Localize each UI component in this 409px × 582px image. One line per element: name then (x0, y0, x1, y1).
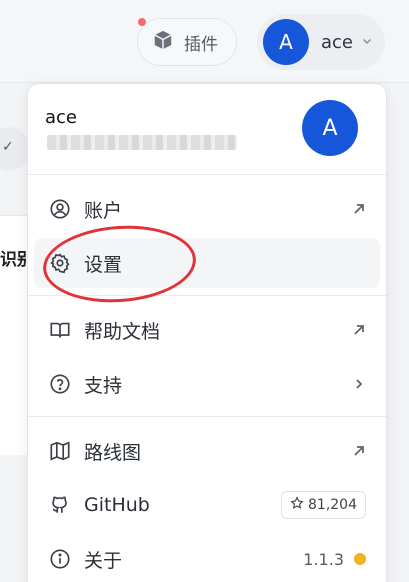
divider (28, 416, 386, 417)
divider (28, 174, 386, 175)
menu-item-github[interactable]: GitHub 81,204 (34, 480, 380, 530)
menu-user-name: ace (45, 107, 78, 128)
menu-item-docs[interactable]: 帮助文档 (34, 305, 380, 355)
github-stars-container: 81,204 (281, 480, 366, 530)
menu-item-label: 关于 (84, 549, 123, 572)
update-indicator-dot (354, 553, 366, 565)
chevron-right-icon (352, 359, 366, 409)
menu-item-account[interactable]: 账户 (34, 184, 380, 234)
menu-item-label: 帮助文档 (84, 320, 161, 343)
menu-item-label: 路线图 (84, 441, 142, 464)
menu-item-roadmap[interactable]: 路线图 (34, 426, 380, 476)
user-dropdown-menu: ace A 账户 设置 帮助文档 支持 路线图 GitHub 81,204 关于… (27, 83, 387, 582)
chevron-down-icon (361, 35, 373, 50)
menu-item-label: GitHub (84, 494, 150, 516)
blurred-email (47, 135, 237, 150)
user-name: ace (321, 31, 354, 53)
star-icon (290, 496, 304, 514)
book-icon (49, 319, 71, 341)
menu-item-label: 支持 (84, 374, 123, 397)
menu-item-about[interactable]: 关于 1.1.3 (34, 534, 380, 582)
external-link-icon (352, 184, 366, 234)
background-check-pill: ✓ (0, 127, 28, 171)
menu-header: ace A (28, 84, 386, 174)
question-circle-icon (49, 373, 71, 395)
map-icon (49, 440, 71, 462)
user-menu-button[interactable]: A ace (257, 14, 385, 70)
menu-avatar: A (302, 100, 358, 156)
top-bar: 插件 A ace (0, 0, 409, 83)
plugins-label: 插件 (184, 34, 218, 55)
external-link-icon (352, 426, 366, 476)
notification-dot (136, 16, 148, 28)
github-stars-badge[interactable]: 81,204 (281, 491, 366, 519)
cube-icon (152, 29, 174, 55)
info-icon (49, 548, 71, 570)
github-stars-count: 81,204 (308, 497, 357, 513)
avatar: A (263, 19, 309, 65)
github-icon (49, 494, 71, 516)
version-text: 1.1.3 (303, 549, 344, 569)
version-container: 1.1.3 (303, 534, 366, 582)
menu-item-support[interactable]: 支持 (34, 359, 380, 409)
user-circle-icon (49, 198, 71, 220)
external-link-icon (352, 305, 366, 355)
plugins-button[interactable]: 插件 (136, 16, 237, 66)
menu-item-label: 账户 (84, 199, 123, 222)
